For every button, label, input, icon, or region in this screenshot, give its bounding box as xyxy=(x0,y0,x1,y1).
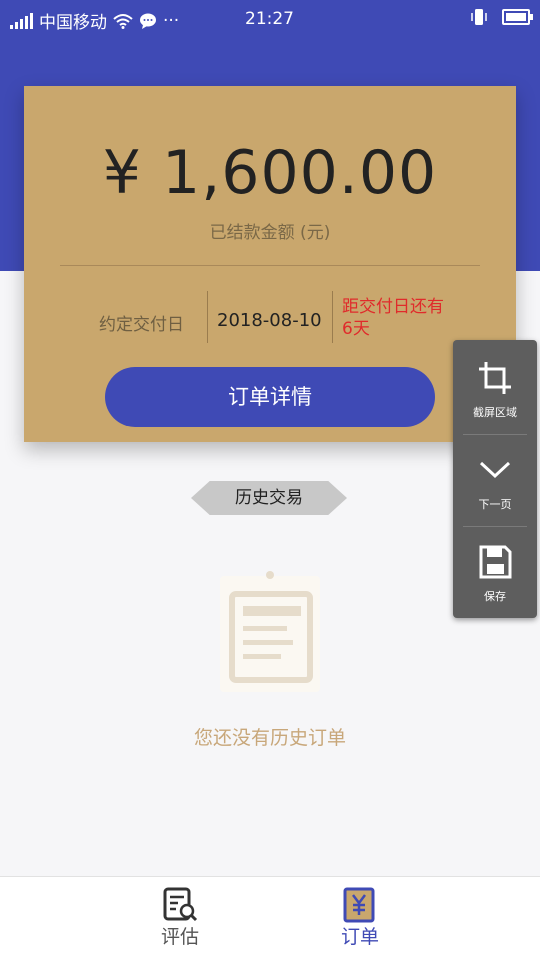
history-badge: 历史交易 xyxy=(191,481,347,515)
battery-icon xyxy=(502,9,533,25)
due-date-row: 约定交付日 2018-08-10 距交付日还有6天 xyxy=(24,291,516,346)
days-remaining-text: 距交付日还有6天 xyxy=(342,297,444,339)
order-detail-button[interactable]: 订单详情 xyxy=(105,367,435,427)
signal-icon xyxy=(10,12,33,29)
crop-area-label: 截屏区域 xyxy=(473,406,517,419)
status-bar: 中国移动 ··· 21:27 xyxy=(0,0,540,38)
due-date-value: 2018-08-10 xyxy=(217,310,322,331)
bottom-nav: 评估 订单 xyxy=(0,876,540,961)
payment-card: ¥ 1,600.00 已结款金额 (元) 约定交付日 2018-08-10 距交… xyxy=(24,86,516,442)
nav-item-orders[interactable]: 订单 xyxy=(315,877,405,961)
wifi-icon xyxy=(113,13,133,29)
order-yen-icon xyxy=(343,887,375,923)
message-icon xyxy=(140,13,156,29)
next-page-button[interactable]: 下一页 xyxy=(453,436,537,526)
nav-item-evaluate[interactable]: 评估 xyxy=(135,877,225,961)
empty-orders-icon xyxy=(220,571,320,692)
status-time: 21:27 xyxy=(245,9,294,29)
carrier-name: 中国移动 xyxy=(39,13,107,33)
chevron-down-icon xyxy=(479,461,511,479)
evaluate-icon xyxy=(163,887,198,922)
crop-icon xyxy=(479,362,511,394)
due-date-label: 约定交付日 xyxy=(99,315,184,335)
toolbar-divider xyxy=(463,434,527,435)
empty-orders-text: 您还没有历史订单 xyxy=(193,727,346,749)
save-icon xyxy=(479,545,512,579)
due-separator xyxy=(207,291,208,343)
card-divider xyxy=(60,265,480,266)
settled-amount-label: 已结款金额 (元) xyxy=(209,223,331,243)
due-separator xyxy=(332,291,333,343)
nav-label-evaluate: 评估 xyxy=(160,926,199,948)
nav-label-orders: 订单 xyxy=(340,926,379,948)
screenshot-toolbar: 截屏区域 下一页 保存 xyxy=(453,340,537,618)
toolbar-divider xyxy=(463,526,527,527)
next-page-label: 下一页 xyxy=(478,498,512,511)
save-label: 保存 xyxy=(484,590,506,603)
save-button[interactable]: 保存 xyxy=(453,528,537,618)
status-right xyxy=(470,8,533,26)
vibrate-icon xyxy=(471,9,487,25)
status-left: 中国移动 ··· xyxy=(10,8,179,33)
crop-area-button[interactable]: 截屏区域 xyxy=(453,344,537,434)
settled-amount: ¥ 1,600.00 xyxy=(102,138,438,208)
more-notifications-icon: ··· xyxy=(163,10,180,31)
